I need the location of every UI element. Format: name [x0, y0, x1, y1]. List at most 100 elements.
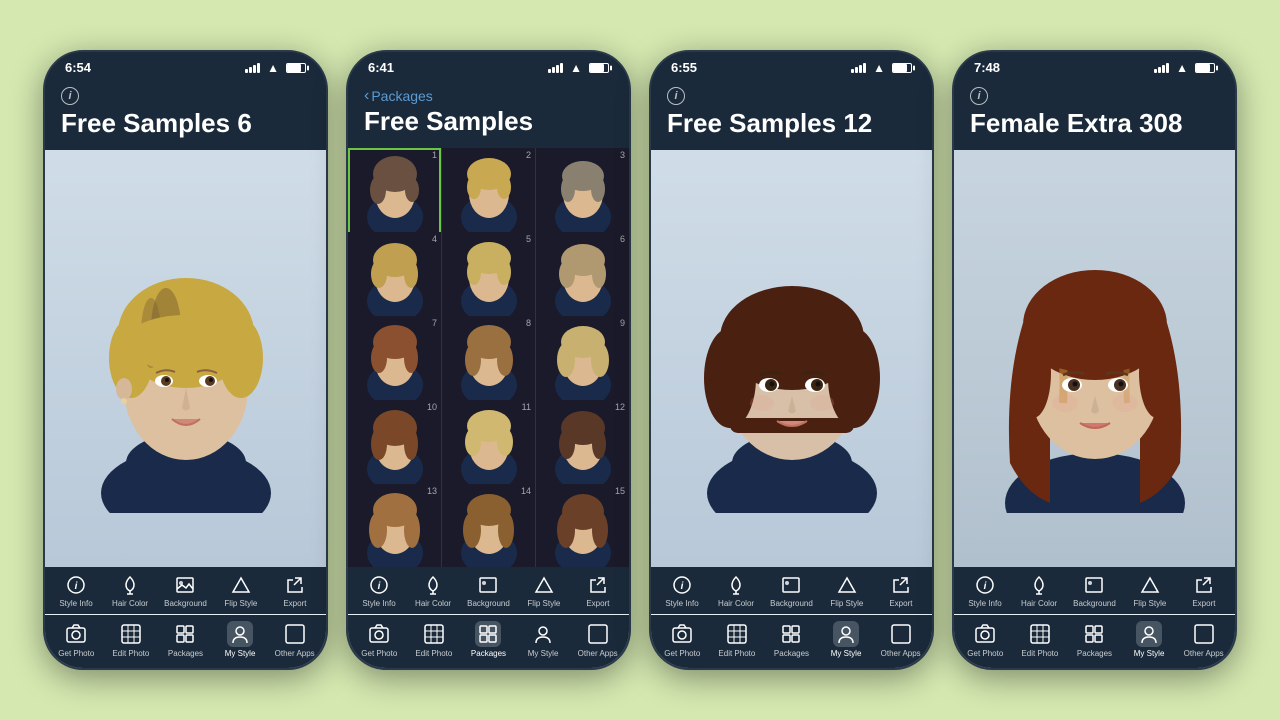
background-icon-3	[779, 573, 803, 597]
grid-person-10	[348, 400, 441, 493]
packages-icon-2	[475, 621, 501, 647]
get-photo-btn-1[interactable]: Get Photo	[54, 621, 98, 658]
other-apps-icon-3	[888, 621, 914, 647]
grid-container-2: 1 2 3	[348, 148, 629, 567]
grid-person-4	[348, 232, 441, 325]
grid-item-9[interactable]: 9	[536, 316, 629, 409]
style-info-btn-2[interactable]: i Style Info	[359, 573, 399, 608]
flip-style-icon-3	[835, 573, 859, 597]
grid-item-3[interactable]: 3	[536, 148, 629, 241]
style-info-label-3: Style Info	[665, 599, 698, 608]
other-apps-btn-4[interactable]: Other Apps	[1182, 621, 1226, 658]
flip-style-btn-2[interactable]: Flip Style	[524, 573, 564, 608]
grid-num-1: 1	[432, 150, 437, 160]
get-photo-label-4: Get Photo	[967, 649, 1003, 658]
hair-color-btn-1[interactable]: Hair Color	[110, 573, 150, 608]
grid-item-10[interactable]: 10	[348, 400, 441, 493]
grid-item-13[interactable]: 13	[348, 484, 441, 567]
style-info-btn-3[interactable]: i Style Info	[662, 573, 702, 608]
hair-color-icon-3	[724, 573, 748, 597]
flip-style-label-3: Flip Style	[830, 599, 863, 608]
grid-item-1[interactable]: 1	[348, 148, 441, 241]
flip-style-btn-1[interactable]: Flip Style	[221, 573, 261, 608]
grid-num-4: 4	[432, 234, 437, 244]
grid-item-15[interactable]: 15	[536, 484, 629, 567]
hair-color-icon-2	[421, 573, 445, 597]
back-nav-2[interactable]: ‹ Packages	[364, 87, 613, 105]
style-info-icon-4: i	[973, 573, 997, 597]
grid-item-6[interactable]: 6	[536, 232, 629, 325]
flip-style-btn-4[interactable]: Flip Style	[1130, 573, 1170, 608]
grid-person-8	[442, 316, 535, 409]
other-apps-btn-2[interactable]: Other Apps	[576, 621, 620, 658]
info-icon-4[interactable]: i	[970, 87, 988, 105]
my-style-btn-4[interactable]: My Style	[1127, 621, 1171, 658]
grid-item-14[interactable]: 14	[442, 484, 535, 567]
grid-item-4[interactable]: 4	[348, 232, 441, 325]
my-style-btn-1[interactable]: My Style	[218, 621, 262, 658]
export-btn-4[interactable]: Export	[1184, 573, 1224, 608]
edit-photo-btn-3[interactable]: Edit Photo	[715, 621, 759, 658]
hair-color-btn-3[interactable]: Hair Color	[716, 573, 756, 608]
status-icons-4: ▲	[1154, 61, 1215, 75]
bottom-nav-1: Get Photo Edit Photo Packages	[45, 615, 326, 668]
other-apps-label-3: Other Apps	[881, 649, 921, 658]
background-btn-2[interactable]: Background	[467, 573, 510, 608]
my-style-btn-3[interactable]: My Style	[824, 621, 868, 658]
background-btn-4[interactable]: Background	[1073, 573, 1116, 608]
hair-color-btn-2[interactable]: Hair Color	[413, 573, 453, 608]
hair-color-icon-1	[118, 573, 142, 597]
info-icon-1[interactable]: i	[61, 87, 79, 105]
my-style-icon-4	[1136, 621, 1162, 647]
face-display-4	[954, 150, 1235, 567]
packages-btn-2[interactable]: Packages	[466, 621, 510, 658]
grid-person-11	[442, 400, 535, 493]
status-icons-1: ▲	[245, 61, 306, 75]
background-btn-1[interactable]: Background	[164, 573, 207, 608]
get-photo-btn-3[interactable]: Get Photo	[660, 621, 704, 658]
grid-item-5[interactable]: 5	[442, 232, 535, 325]
style-info-btn-4[interactable]: i Style Info	[965, 573, 1005, 608]
time-2: 6:41	[368, 60, 394, 75]
grid-item-11[interactable]: 11	[442, 400, 535, 493]
app-title-1: Free Samples 6	[61, 109, 310, 138]
packages-label-4: Packages	[1077, 649, 1112, 658]
edit-photo-label-1: Edit Photo	[112, 649, 149, 658]
toolbar-2: i Style Info Hair Color Background	[348, 567, 629, 614]
grid-item-12[interactable]: 12	[536, 400, 629, 493]
grid-item-8[interactable]: 8	[442, 316, 535, 409]
my-style-btn-2[interactable]: My Style	[521, 621, 565, 658]
background-icon-4	[1082, 573, 1106, 597]
grid-num-8: 8	[526, 318, 531, 328]
export-label-1: Export	[283, 599, 306, 608]
background-btn-3[interactable]: Background	[770, 573, 813, 608]
hair-color-btn-4[interactable]: Hair Color	[1019, 573, 1059, 608]
flip-style-btn-3[interactable]: Flip Style	[827, 573, 867, 608]
battery-4	[1195, 63, 1215, 73]
packages-btn-3[interactable]: Packages	[769, 621, 813, 658]
other-apps-btn-3[interactable]: Other Apps	[879, 621, 923, 658]
edit-photo-btn-2[interactable]: Edit Photo	[412, 621, 456, 658]
grid-person-14	[442, 484, 535, 567]
export-btn-1[interactable]: Export	[275, 573, 315, 608]
grid-item-2[interactable]: 2	[442, 148, 535, 241]
grid-person-13	[348, 484, 441, 567]
svg-text:i: i	[75, 581, 78, 592]
style-info-btn-1[interactable]: i Style Info	[56, 573, 96, 608]
get-photo-btn-2[interactable]: Get Photo	[357, 621, 401, 658]
grid-num-5: 5	[526, 234, 531, 244]
bottom-nav-4: Get Photo Edit Photo Packages	[954, 615, 1235, 668]
edit-photo-btn-4[interactable]: Edit Photo	[1018, 621, 1062, 658]
export-btn-3[interactable]: Export	[881, 573, 921, 608]
packages-btn-1[interactable]: Packages	[163, 621, 207, 658]
screen-3: i Style Info Hair Color Background	[651, 150, 932, 668]
packages-btn-4[interactable]: Packages	[1072, 621, 1116, 658]
grid-item-7[interactable]: 7	[348, 316, 441, 409]
other-apps-btn-1[interactable]: Other Apps	[273, 621, 317, 658]
export-btn-2[interactable]: Export	[578, 573, 618, 608]
info-icon-3[interactable]: i	[667, 87, 685, 105]
battery-1	[286, 63, 306, 73]
bottom-nav-3: Get Photo Edit Photo Packages	[651, 615, 932, 668]
get-photo-btn-4[interactable]: Get Photo	[963, 621, 1007, 658]
edit-photo-btn-1[interactable]: Edit Photo	[109, 621, 153, 658]
